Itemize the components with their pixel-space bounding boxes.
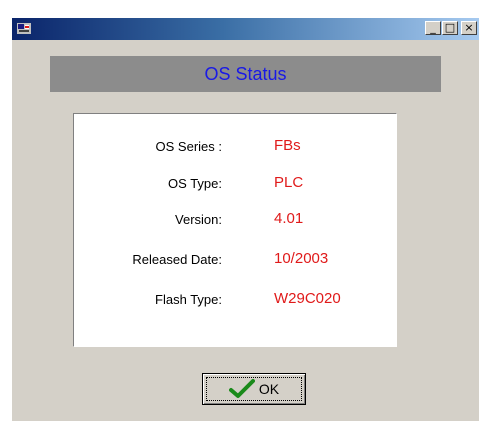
app-icon (17, 23, 31, 34)
os-type-value: PLC (274, 174, 304, 191)
close-button[interactable]: × (461, 21, 477, 35)
flash-type-value: W29C020 (274, 290, 341, 307)
minimize-button[interactable]: _ (425, 21, 441, 35)
ok-button[interactable]: OK (202, 373, 306, 405)
info-row-flash-type: Flash Type: W29C020 (74, 290, 396, 310)
released-date-label: Released Date: (132, 252, 222, 267)
version-value: 4.01 (274, 210, 304, 227)
info-row-released-date: Released Date: 10/2003 (74, 250, 396, 270)
ok-button-label: OK (258, 381, 280, 397)
info-row-os-series: OS Series : FBs (74, 137, 396, 157)
os-type-label: OS Type: (168, 176, 222, 191)
os-series-label: OS Series : (155, 139, 222, 154)
info-row-os-type: OS Type: PLC (74, 174, 396, 194)
maximize-button[interactable]: □ (442, 21, 458, 35)
os-info-panel: OS Series : FBs OS Type: PLC Version: 4.… (73, 113, 397, 347)
version-label: Version: (175, 212, 222, 227)
released-date-value: 10/2003 (274, 250, 329, 267)
os-series-value: FBs (274, 137, 301, 154)
os-status-header: OS Status (50, 56, 441, 92)
title-bar[interactable]: _ □ × (12, 18, 479, 40)
flash-type-label: Flash Type: (155, 292, 222, 307)
checkmark-icon (228, 379, 255, 398)
info-row-version: Version: 4.01 (74, 210, 396, 230)
